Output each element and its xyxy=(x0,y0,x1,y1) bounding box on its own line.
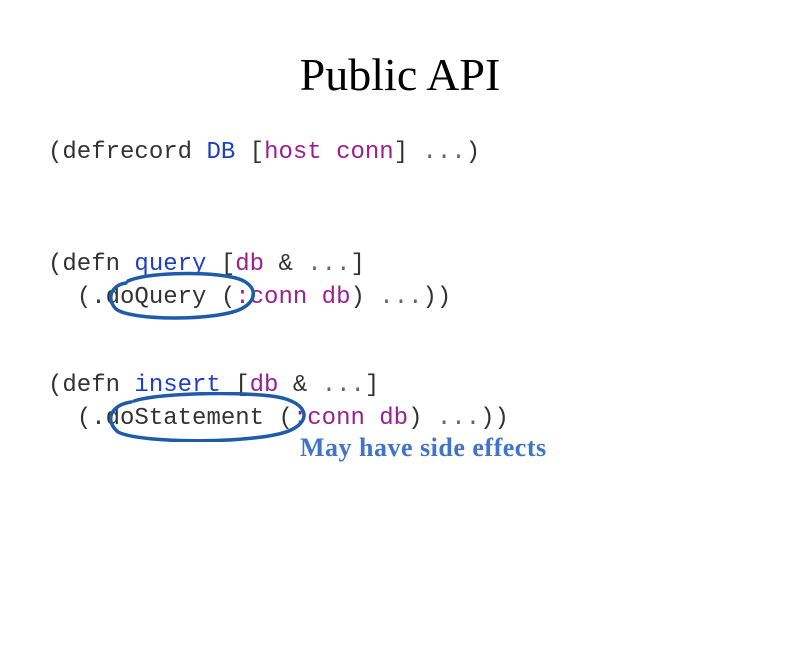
paren: ) xyxy=(466,139,480,166)
annotation-side-effects: May have side effects xyxy=(300,433,547,463)
bracket: [ xyxy=(250,139,264,166)
space xyxy=(423,405,437,432)
bracket: [ xyxy=(221,251,235,278)
space xyxy=(120,251,134,278)
space xyxy=(408,139,422,166)
paren: ( xyxy=(48,139,62,166)
arg-db: db xyxy=(235,251,264,278)
ellipsis: ... xyxy=(307,251,350,278)
space xyxy=(264,405,278,432)
indent xyxy=(48,405,77,432)
space xyxy=(192,139,206,166)
paren: )) xyxy=(423,284,452,311)
space xyxy=(206,251,220,278)
arg-db: db xyxy=(322,284,351,311)
field-host: host xyxy=(264,139,322,166)
ellipsis: ... xyxy=(437,405,480,432)
method-dostatement: .doStatement xyxy=(91,405,264,432)
keyword-defn: defn xyxy=(62,251,120,278)
arg-db: db xyxy=(250,372,279,399)
paren: ( xyxy=(77,284,91,311)
space xyxy=(221,372,235,399)
code-block-defrecord: (defrecord DB [host conn] ...) xyxy=(48,137,752,169)
code-block-insert: (defn insert [db & ...] (.doStatement (:… xyxy=(48,370,752,435)
amp: & xyxy=(278,372,321,399)
paren: )) xyxy=(480,405,509,432)
space xyxy=(206,284,220,311)
space xyxy=(235,139,249,166)
paren: ( xyxy=(278,405,292,432)
amp: & xyxy=(264,251,307,278)
keyword-defrecord: defrecord xyxy=(62,139,192,166)
paren: ( xyxy=(77,405,91,432)
paren: ( xyxy=(48,251,62,278)
space xyxy=(120,372,134,399)
space xyxy=(322,139,336,166)
method-doquery: .doQuery xyxy=(91,284,206,311)
keyword-conn: :conn xyxy=(235,284,307,311)
field-conn: conn xyxy=(336,139,394,166)
bracket: ] xyxy=(365,372,379,399)
ellipsis: ... xyxy=(322,372,365,399)
ellipsis: ... xyxy=(423,139,466,166)
keyword-conn: :conn xyxy=(293,405,365,432)
keyword-defn: defn xyxy=(62,372,120,399)
bracket: ] xyxy=(351,251,365,278)
code-block-query: (defn query [db & ...] (.doQuery (:conn … xyxy=(48,249,752,314)
indent xyxy=(48,284,77,311)
paren: ( xyxy=(48,372,62,399)
space xyxy=(365,284,379,311)
bracket: ] xyxy=(394,139,408,166)
record-name: DB xyxy=(206,139,235,166)
fn-name-insert: insert xyxy=(134,372,220,399)
space xyxy=(307,284,321,311)
paren: ( xyxy=(221,284,235,311)
paren: ) xyxy=(408,405,422,432)
arg-db: db xyxy=(379,405,408,432)
space xyxy=(365,405,379,432)
fn-name-query: query xyxy=(134,251,206,278)
slide-title: Public API xyxy=(0,48,800,101)
paren: ) xyxy=(350,284,364,311)
ellipsis: ... xyxy=(379,284,422,311)
bracket: [ xyxy=(235,372,249,399)
